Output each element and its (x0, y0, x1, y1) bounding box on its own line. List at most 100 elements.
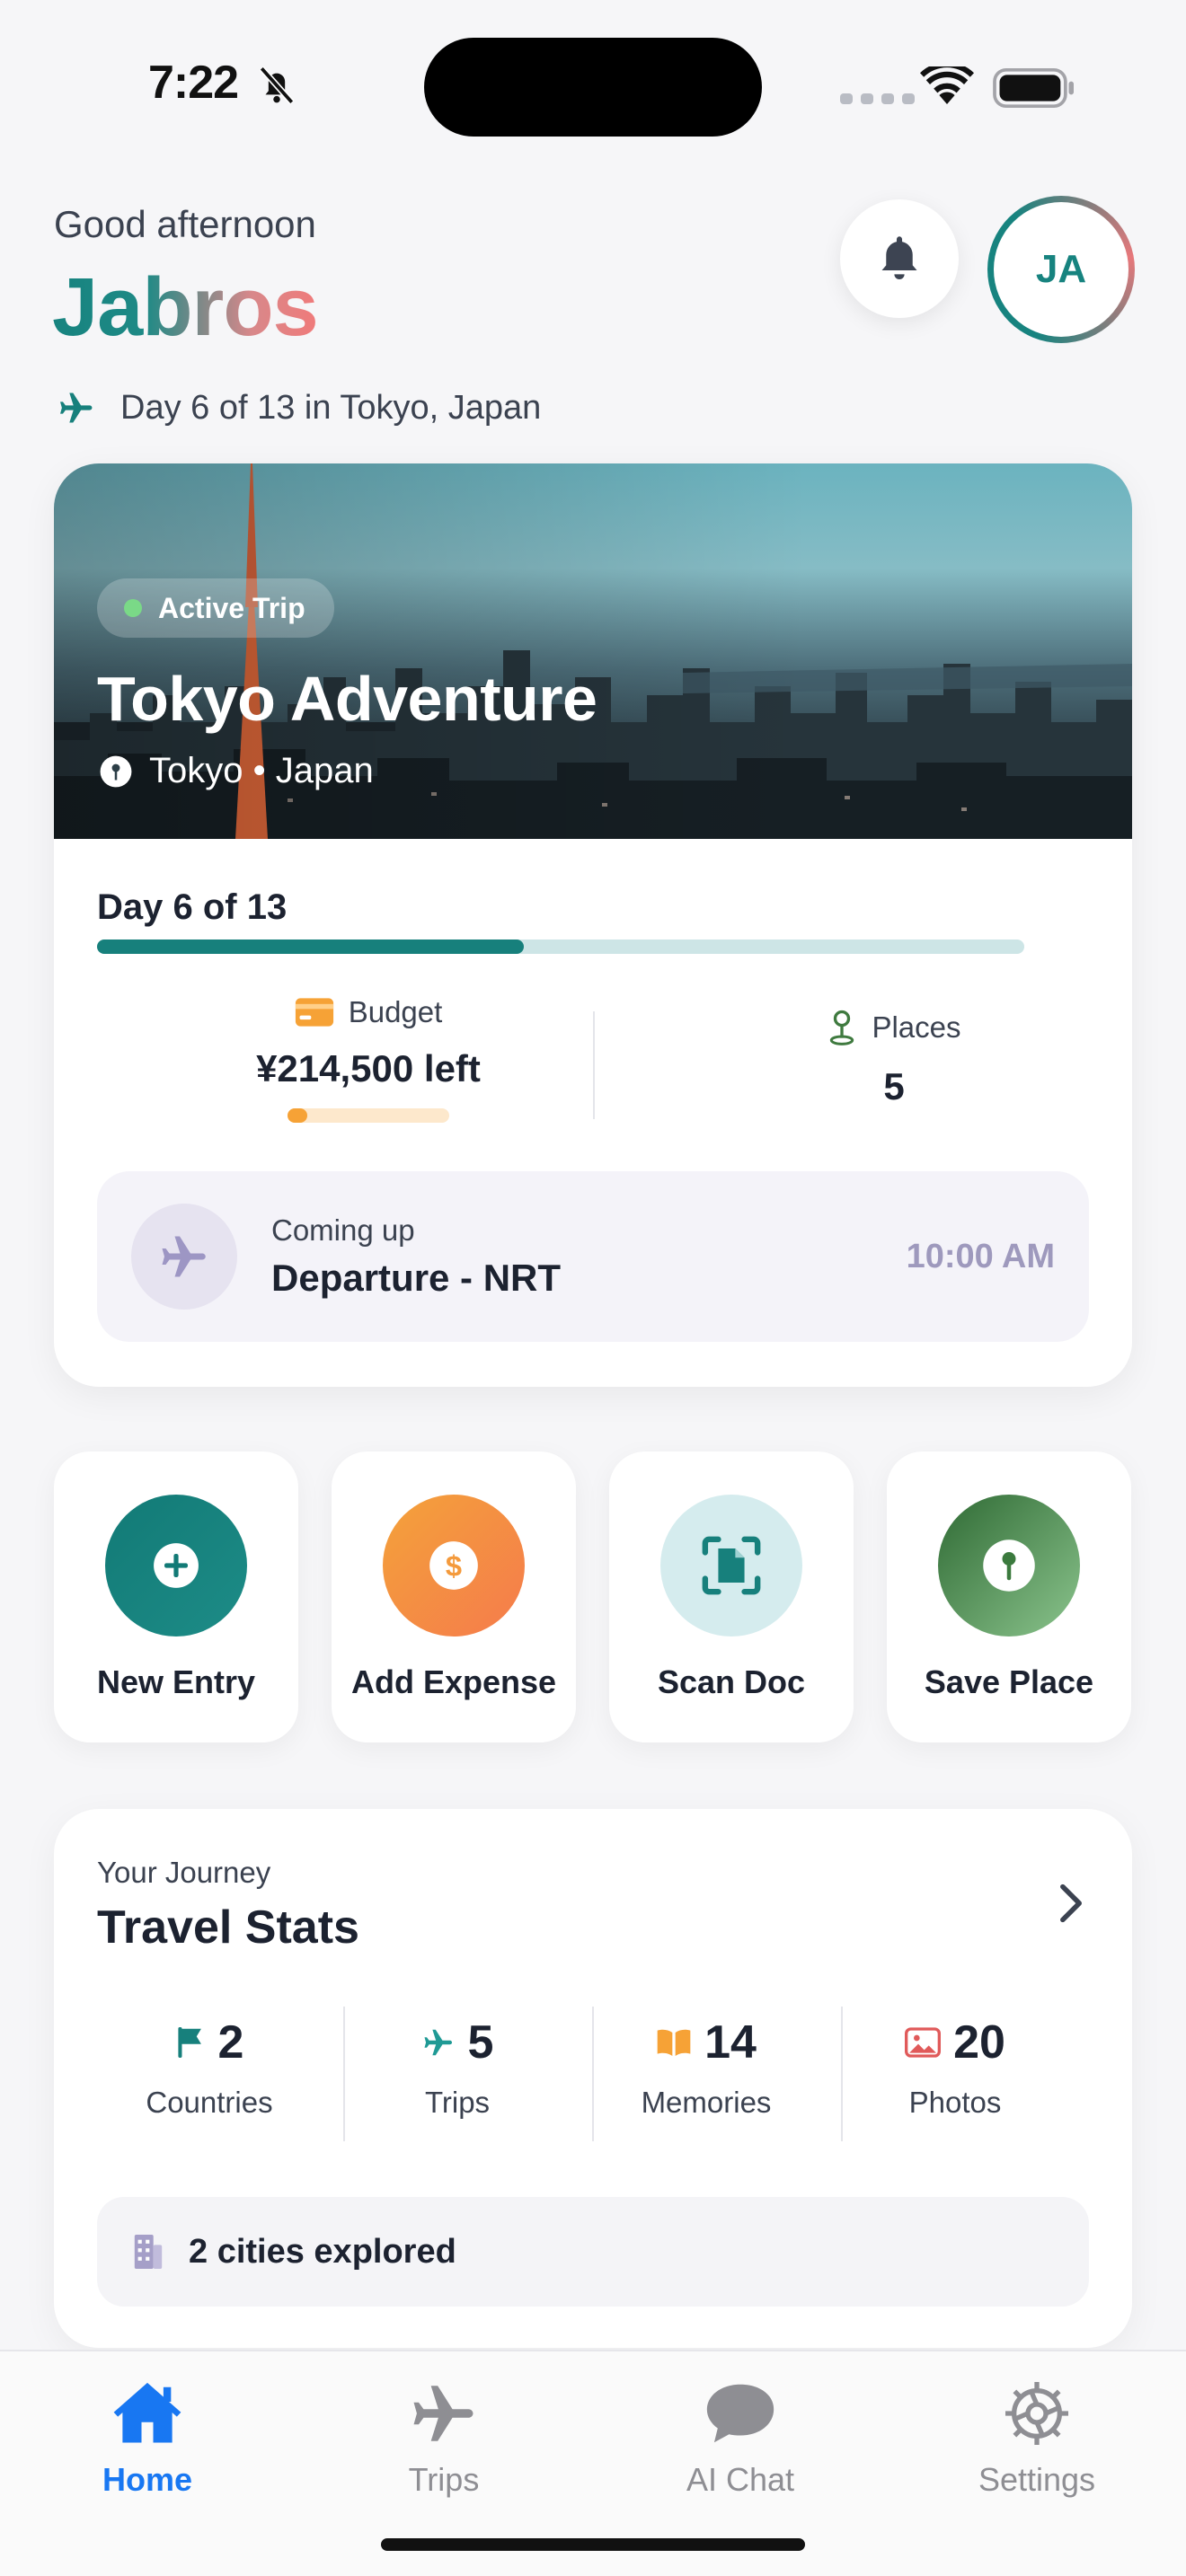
active-trip-card[interactable]: Active Trip Tokyo Adventure Tokyo • Japa… (54, 463, 1132, 1387)
places-header: Places (696, 1010, 1092, 1045)
day-progress-bar (97, 940, 1024, 954)
bell-muted-icon (259, 66, 295, 105)
stat-trips: 5 Trips (333, 2016, 581, 2120)
budget-summary[interactable]: Budget ¥214,500 left (171, 995, 566, 1123)
chat-bubble-icon (706, 2384, 774, 2443)
save-place-button[interactable]: Save Place (887, 1451, 1131, 1742)
add-expense-label: Add Expense (350, 1663, 557, 1700)
countries-label: Countries (146, 2086, 273, 2119)
plane-icon (424, 2029, 452, 2056)
notifications-button[interactable] (840, 199, 959, 318)
home-indicator (381, 2538, 805, 2551)
tab-home[interactable]: Home (49, 2373, 246, 2499)
upcoming-time: 10:00 AM (906, 1237, 1055, 1275)
location-pin-icon (100, 755, 132, 787)
wifi-icon (920, 66, 974, 104)
save-place-label: Save Place (924, 1663, 1094, 1700)
active-dot (124, 599, 142, 617)
tab-settings[interactable]: Settings (938, 2373, 1136, 2499)
cities-explored-row[interactable]: 2 cities explored (97, 2197, 1089, 2307)
budget-label: Budget (348, 995, 443, 1028)
profile-avatar[interactable]: JA (987, 196, 1135, 343)
svg-text:$: $ (446, 1549, 462, 1583)
photos-label: Photos (908, 2086, 1002, 2119)
status-time: 7:22 (148, 57, 239, 109)
tab-trips-label: Trips (408, 2461, 480, 2498)
trip-hero-image: Active Trip Tokyo Adventure Tokyo • Japa… (54, 463, 1132, 839)
upcoming-title: Departure - NRT (271, 1257, 562, 1299)
book-icon (657, 2029, 691, 2056)
cellular-signal-icon (840, 93, 915, 104)
trip-status-text: Day 6 of 13 in Tokyo, Japan (120, 388, 542, 427)
upcoming-label: Coming up (271, 1213, 415, 1247)
photos-value: 20 (953, 2016, 1005, 2069)
chevron-right-icon[interactable] (1056, 1883, 1086, 1924)
day-progress-label: Day 6 of 13 (97, 887, 288, 927)
gear-icon (1005, 2382, 1068, 2445)
upcoming-text: Coming up Departure - NRT (271, 1213, 907, 1300)
tab-home-label: Home (102, 2461, 193, 2498)
memories-value: 14 (704, 2016, 757, 2069)
scan-doc-badge (660, 1495, 802, 1636)
stat-divider (593, 1011, 595, 1119)
travel-stats-card[interactable]: Your Journey Travel Stats 2 Countries 5 (54, 1809, 1132, 2348)
badge-label: Active Trip (158, 591, 305, 624)
trip-title: Tokyo Adventure (97, 664, 597, 734)
tab-settings-label: Settings (978, 2461, 1096, 2498)
scan-doc-button[interactable]: Scan Doc (609, 1451, 854, 1742)
new-entry-button[interactable]: New Entry (54, 1451, 298, 1742)
pin-icon (983, 1539, 1035, 1592)
coming-up-item[interactable]: Coming up Departure - NRT 10:00 AM (97, 1171, 1089, 1342)
stats-subtitle: Your Journey (97, 1856, 271, 1889)
add-expense-button[interactable]: $ Add Expense (332, 1451, 576, 1742)
current-trip-status: Day 6 of 13 in Tokyo, Japan (54, 388, 541, 428)
add-expense-badge: $ (383, 1495, 525, 1636)
avatar-initials: JA (994, 202, 1128, 337)
new-entry-badge (105, 1495, 247, 1636)
dynamic-island (424, 38, 762, 137)
plus-icon (154, 1543, 199, 1588)
upcoming-plane-badge (131, 1204, 237, 1310)
plane-icon (162, 1236, 206, 1277)
tab-ai-chat-label: AI Chat (686, 2461, 795, 2498)
photo-icon (905, 2027, 942, 2058)
home-icon (113, 2382, 181, 2443)
building-icon (134, 2235, 163, 2269)
budget-bar-fill (288, 1108, 307, 1123)
places-label: Places (872, 1010, 961, 1044)
user-name: Jabros (52, 261, 319, 353)
credit-card-icon (295, 998, 333, 1027)
places-summary[interactable]: Places 5 (696, 1010, 1092, 1108)
greeting-text: Good afternoon (54, 203, 316, 245)
day-progress-fill (97, 940, 524, 954)
new-entry-label: New Entry (96, 1663, 256, 1700)
map-pin-icon (830, 1010, 854, 1045)
tab-ai-chat[interactable]: AI Chat (642, 2373, 839, 2499)
memories-label: Memories (641, 2086, 772, 2119)
trip-location: Tokyo • Japan (99, 751, 374, 791)
cities-explored-text: 2 cities explored (189, 2232, 456, 2271)
stats-title: Travel Stats (97, 1901, 359, 1954)
plane-icon (60, 393, 93, 423)
bell-icon (881, 236, 917, 279)
budget-header: Budget (171, 995, 566, 1029)
budget-remaining: ¥214,500 left (256, 1047, 481, 1090)
flag-icon (177, 2027, 201, 2058)
plane-icon (413, 2386, 474, 2441)
tab-trips[interactable]: Trips (345, 2373, 543, 2499)
stat-countries: 2 Countries (85, 2016, 333, 2120)
save-place-badge (938, 1495, 1080, 1636)
battery-icon (993, 68, 1074, 108)
scan-doc-label: Scan Doc (657, 1663, 806, 1700)
dollar-icon: $ (429, 1541, 478, 1590)
countries-value: 2 (217, 2016, 244, 2069)
stat-photos: 20 Photos (831, 2016, 1079, 2120)
home-screen: 7:22 Good afternoon Jabros JA Day 6 of 1… (0, 0, 1186, 2576)
stat-memories: 14 Memories (582, 2016, 830, 2120)
trips-label: Trips (424, 2086, 491, 2119)
trips-value: 5 (467, 2016, 494, 2069)
active-trip-badge: Active Trip (97, 578, 334, 638)
scan-document-icon (702, 1536, 761, 1595)
places-count: 5 (883, 1065, 905, 1107)
trip-location-text: Tokyo • Japan (149, 751, 374, 790)
